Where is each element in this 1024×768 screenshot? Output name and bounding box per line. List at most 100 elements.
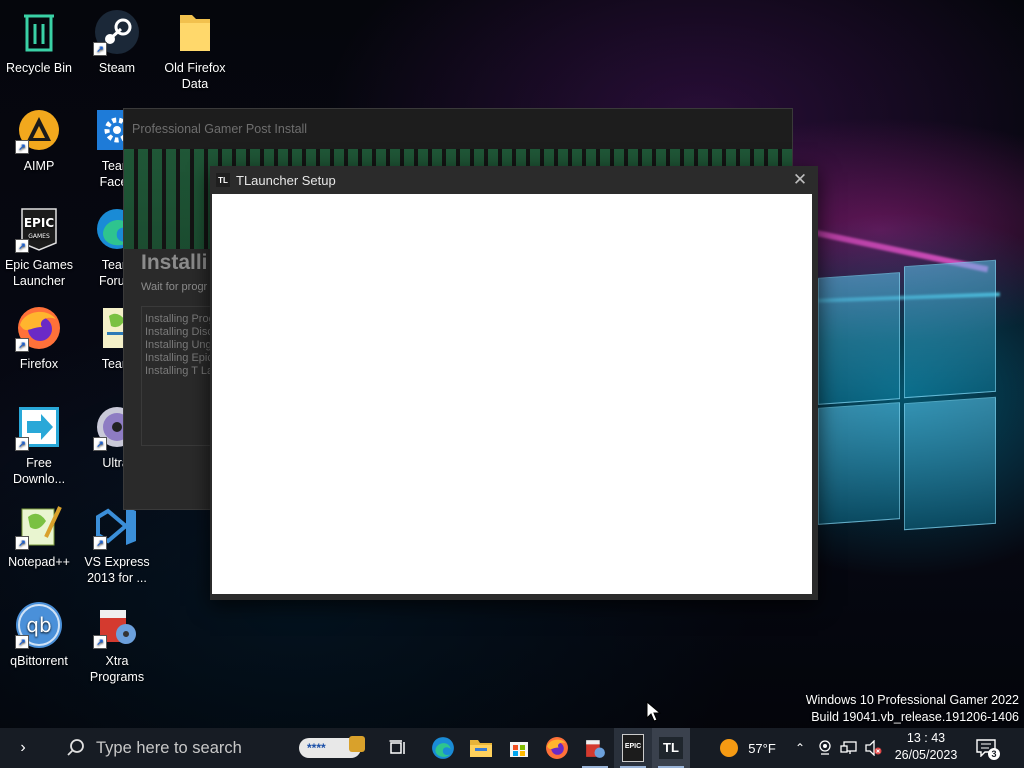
desktop-icon-notepad-plus-plus[interactable]: ↗ Notepad++ bbox=[0, 502, 78, 570]
qbittorrent-icon: qb ↗ bbox=[15, 601, 63, 649]
tray-overflow-button[interactable]: ⌃ bbox=[790, 728, 810, 768]
desktop: Recycle Bin ↗ Steam Old Firefox Data ↗ A… bbox=[0, 0, 1024, 768]
desktop-icon-label: Steam bbox=[98, 61, 136, 75]
network-icon bbox=[840, 741, 857, 754]
tray-webcam-button[interactable] bbox=[814, 728, 836, 768]
installer-box-icon bbox=[586, 740, 605, 758]
taskbar: › Type here to search **** EPIC TL 57°F … bbox=[0, 728, 1024, 768]
shortcut-arrow-icon: ↗ bbox=[93, 536, 107, 550]
taskbar-firefox-button[interactable] bbox=[538, 728, 576, 768]
shortcut-arrow-icon: ↗ bbox=[93, 42, 107, 56]
search-icon bbox=[67, 739, 84, 756]
setup-content-area[interactable] bbox=[212, 194, 812, 594]
taskbar-file-explorer-button[interactable] bbox=[462, 728, 500, 768]
tlauncher-icon: TL bbox=[216, 173, 230, 187]
shortcut-arrow-icon: ↗ bbox=[15, 239, 29, 253]
clock-date: 26/05/2023 bbox=[894, 748, 958, 762]
desktop-icon-label: AIMP bbox=[23, 159, 55, 173]
epic-games-icon: EPIC GAMES ↗ bbox=[15, 205, 63, 253]
desktop-icon-label: Xtra Programs bbox=[89, 654, 145, 684]
shortcut-arrow-icon: ↗ bbox=[15, 536, 29, 550]
taskbar-epic-games-button[interactable]: EPIC bbox=[614, 728, 652, 768]
installer-box-icon: ↗ bbox=[93, 601, 141, 649]
epic-games-icon: EPIC bbox=[622, 734, 644, 762]
chevron-up-icon: ⌃ bbox=[794, 741, 806, 755]
tlauncher-label: TL bbox=[663, 740, 679, 755]
watermark-edition: Windows 10 Professional Gamer 2022 bbox=[805, 693, 1019, 707]
desktop-icon-aimp[interactable]: ↗ AIMP bbox=[0, 106, 78, 174]
desktop-icon-vs-express[interactable]: ↗ VS Express 2013 for ... bbox=[78, 502, 156, 586]
clock[interactable]: 13 : 43 26/05/2023 bbox=[888, 730, 964, 764]
notification-center-button[interactable]: 3 bbox=[972, 728, 1000, 768]
tray-network-button[interactable] bbox=[838, 728, 860, 768]
install-subtitle: Wait for progr bbox=[141, 281, 208, 293]
weather-widget[interactable]: 57°F bbox=[712, 728, 784, 768]
taskbar-edge-button[interactable] bbox=[424, 728, 462, 768]
windows-build-watermark: Windows 10 Professional Gamer 2022 Build… bbox=[806, 692, 1019, 726]
shortcut-arrow-icon: ↗ bbox=[15, 635, 29, 649]
notification-count-badge: 3 bbox=[988, 748, 1000, 760]
install-heading: Installi bbox=[141, 251, 208, 274]
epic-games-label: EPIC bbox=[624, 743, 642, 750]
password-field-icon: **** bbox=[299, 736, 365, 758]
desktop-icon-firefox[interactable]: ↗ Firefox bbox=[0, 304, 78, 372]
store-icon bbox=[510, 742, 528, 757]
firefox-icon: ↗ bbox=[15, 304, 63, 352]
desktop-icon-label: Old Firefox Data bbox=[164, 61, 226, 91]
window-titlebar[interactable]: TL TLauncher Setup bbox=[210, 166, 818, 194]
close-button[interactable]: ✕ bbox=[790, 170, 810, 190]
padlock-icon bbox=[349, 736, 365, 752]
desktop-icon-recycle-bin[interactable]: Recycle Bin bbox=[0, 8, 78, 76]
folder-icon bbox=[171, 8, 219, 56]
shortcut-arrow-icon: ↗ bbox=[93, 437, 107, 451]
firefox-icon bbox=[546, 737, 568, 759]
shortcut-arrow-icon: ↗ bbox=[15, 140, 29, 154]
windows-logo-wallpaper bbox=[818, 245, 996, 531]
notepad-plus-plus-icon: ↗ bbox=[15, 502, 63, 550]
desktop-icon-qbittorrent[interactable]: qb ↗ qBittorrent bbox=[0, 601, 78, 669]
svg-text:GAMES: GAMES bbox=[28, 233, 50, 240]
mouse-cursor-icon bbox=[646, 701, 662, 722]
taskbar-tlauncher-button[interactable]: TL bbox=[652, 728, 690, 768]
window-title: TLauncher Setup bbox=[236, 172, 336, 188]
volume-muted-icon bbox=[865, 740, 882, 756]
desktop-icon-label: Epic Games Launcher bbox=[4, 258, 74, 288]
desktop-icon-free-download-manager[interactable]: ↗ Free Downlo... bbox=[0, 403, 78, 487]
window-title: Professional Gamer Post Install bbox=[124, 109, 792, 149]
desktop-icon-steam[interactable]: ↗ Steam bbox=[78, 8, 156, 76]
clock-time: 13 : 43 bbox=[906, 731, 946, 745]
shortcut-arrow-icon: ↗ bbox=[15, 338, 29, 352]
desktop-icon-label: Firefox bbox=[19, 357, 59, 371]
watermark-build: Build 19041.vb_release.191206-1406 bbox=[811, 710, 1019, 724]
taskbar-installer-button[interactable] bbox=[576, 728, 614, 768]
sun-icon bbox=[720, 739, 739, 757]
tlauncher-setup-window[interactable]: TL TLauncher Setup ✕ bbox=[210, 166, 818, 600]
weather-temperature: 57°F bbox=[748, 740, 776, 756]
tlauncher-icon: TL bbox=[659, 737, 683, 759]
taskbar-store-button[interactable] bbox=[500, 728, 538, 768]
task-view-icon bbox=[389, 740, 405, 754]
desktop-icon-epic-games[interactable]: EPIC GAMES ↗ Epic Games Launcher bbox=[0, 205, 78, 289]
desktop-icon-label: Notepad++ bbox=[8, 555, 70, 569]
shortcut-arrow-icon: ↗ bbox=[15, 437, 29, 451]
chevron-right-icon: › bbox=[20, 739, 26, 756]
show-hidden-chevron-button[interactable]: › bbox=[8, 728, 38, 768]
svg-text:EPIC: EPIC bbox=[24, 216, 54, 230]
desktop-icon-old-firefox-data[interactable]: Old Firefox Data bbox=[156, 8, 234, 92]
tray-volume-button[interactable] bbox=[862, 728, 884, 768]
desktop-icon-label: Recycle Bin bbox=[6, 61, 72, 75]
task-view-button[interactable] bbox=[380, 728, 416, 768]
steam-icon: ↗ bbox=[93, 8, 141, 56]
shortcut-arrow-icon: ↗ bbox=[93, 635, 107, 649]
password-manager-button[interactable]: **** bbox=[294, 728, 366, 768]
search-placeholder: Type here to search bbox=[96, 738, 242, 757]
svg-text:qb: qb bbox=[26, 613, 51, 637]
download-arrow-icon: ↗ bbox=[15, 403, 63, 451]
folder-icon bbox=[470, 740, 492, 757]
password-mask-text: **** bbox=[307, 741, 326, 755]
search-box[interactable]: Type here to search bbox=[56, 728, 286, 768]
desktop-icon-label: VS Express 2013 for ... bbox=[84, 555, 150, 585]
webcam-icon bbox=[819, 740, 831, 755]
desktop-icon-xtra-programs[interactable]: ↗ Xtra Programs bbox=[78, 601, 156, 685]
desktop-icon-label: qBittorrent bbox=[10, 654, 68, 668]
